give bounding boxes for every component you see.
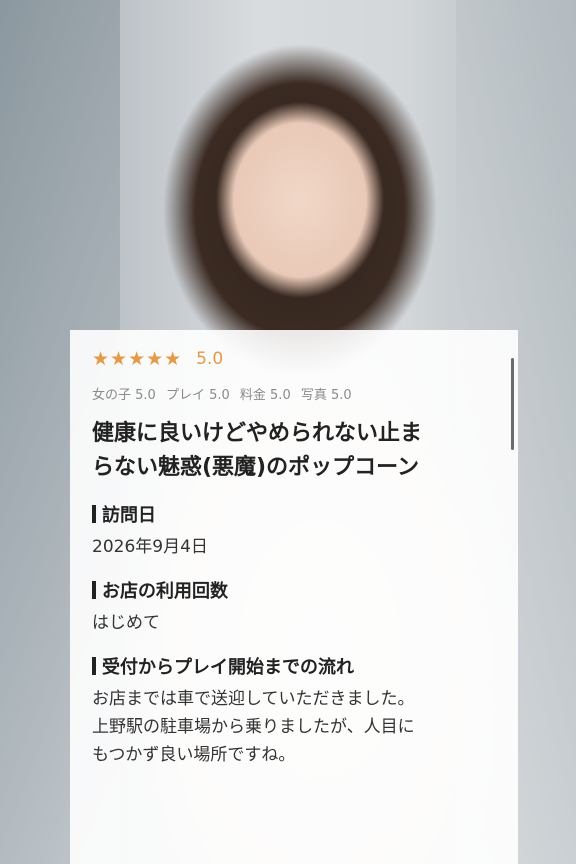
section-value: お店までは車で送迎していただきました。 上野駅の駐車場から乗りましたが、人目に … bbox=[92, 685, 496, 769]
section-usage-count: お店の利用回数 はじめて bbox=[92, 577, 496, 637]
section-flow: 受付からプレイ開始までの流れ お店までは車で送迎していただきました。 上野駅の駐… bbox=[92, 653, 496, 769]
flow-line-1: お店までは車で送迎していただきました。 bbox=[92, 689, 415, 709]
section-bar-icon bbox=[92, 657, 96, 675]
section-value: はじめて bbox=[92, 613, 160, 633]
star-rating-icon: ★★★★★ bbox=[92, 348, 183, 370]
flow-line-3: もつかず良い場所ですね。 bbox=[92, 745, 296, 765]
review-title-line-2: らない魅惑(悪魔)のポップコーン bbox=[92, 455, 420, 480]
subscore-girl: 女の子 5.0 bbox=[92, 388, 156, 403]
section-label-text: お店の利用回数 bbox=[102, 581, 228, 602]
section-bar-icon bbox=[92, 505, 96, 523]
subscore-price: 料金 5.0 bbox=[239, 388, 291, 403]
scrollbar[interactable] bbox=[511, 358, 514, 450]
section-label-text: 受付からプレイ開始までの流れ bbox=[102, 657, 354, 678]
section-label: 訪問日 bbox=[92, 501, 496, 527]
subscores: 女の子 5.0 プレイ 5.0 料金 5.0 写真 5.0 bbox=[92, 384, 496, 403]
section-bar-icon bbox=[92, 581, 96, 599]
section-label-text: 訪問日 bbox=[102, 505, 156, 526]
review-card[interactable]: ★★★★★ 5.0 女の子 5.0 プレイ 5.0 料金 5.0 写真 5.0 … bbox=[70, 330, 518, 864]
review-title-line-1: 健康に良いけどやめられない止ま bbox=[92, 421, 423, 446]
section-label: お店の利用回数 bbox=[92, 577, 496, 603]
subscore-photo: 写真 5.0 bbox=[300, 388, 352, 403]
flow-line-2: 上野駅の駐車場から乗りましたが、人目に bbox=[92, 717, 415, 737]
section-label: 受付からプレイ開始までの流れ bbox=[92, 653, 496, 679]
review-title: 健康に良いけどやめられない止ま らない魅惑(悪魔)のポップコーン bbox=[92, 417, 496, 485]
subscore-play: プレイ 5.0 bbox=[165, 388, 230, 403]
rating-row: ★★★★★ 5.0 bbox=[92, 344, 496, 374]
section-value: 2026年9月4日 bbox=[92, 537, 208, 557]
section-visit-date: 訪問日 2026年9月4日 bbox=[92, 501, 496, 561]
rating-score: 5.0 bbox=[196, 349, 224, 369]
